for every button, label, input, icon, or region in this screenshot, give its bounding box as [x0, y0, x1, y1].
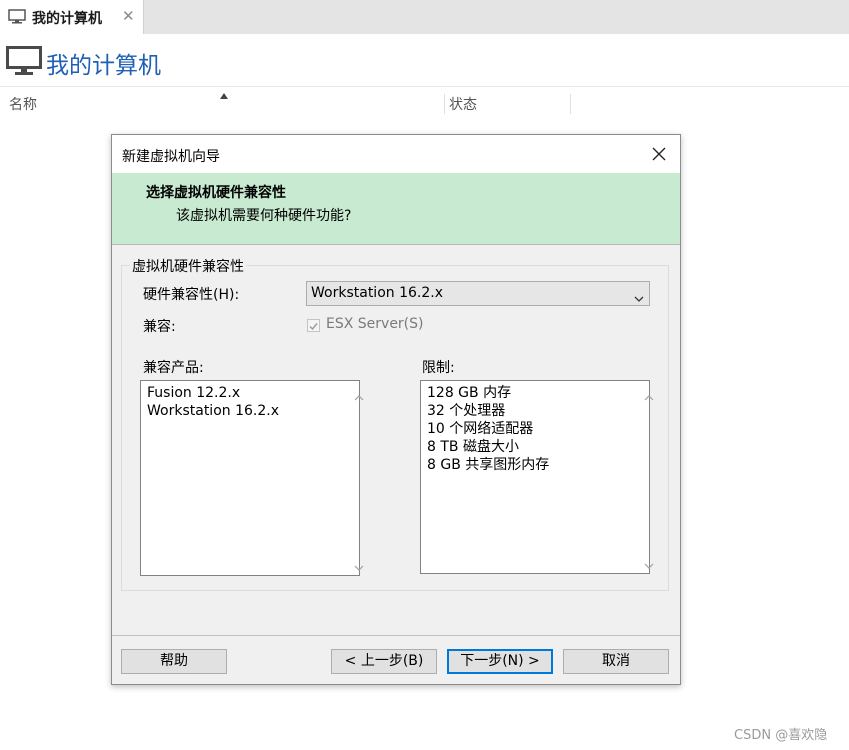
list-item: Workstation 16.2.x — [147, 403, 279, 419]
page-header: 我的计算机 — [0, 34, 849, 86]
page-title: 我的计算机 — [46, 53, 161, 79]
limits-list[interactable]: 128 GB 内存 32 个处理器 10 个网络适配器 8 TB 磁盘大小 8 … — [420, 380, 654, 574]
tab-close-icon[interactable]: ✕ — [122, 7, 135, 25]
header-divider — [0, 86, 849, 87]
help-button[interactable]: 帮助 — [121, 649, 227, 674]
wizard-banner: 选择虚拟机硬件兼容性 该虚拟机需要何种硬件功能? — [112, 173, 680, 245]
monitor-icon — [6, 46, 42, 80]
hardware-compat-select[interactable]: Workstation 16.2.x — [306, 281, 650, 306]
column-separator[interactable] — [444, 94, 445, 114]
limits-lines: 128 GB 内存 32 个处理器 10 个网络适配器 8 TB 磁盘大小 8 … — [427, 384, 549, 474]
list-item: 8 GB 共享图形内存 — [427, 457, 550, 473]
compatible-label: 兼容: — [143, 319, 176, 335]
list-item: 128 GB 内存 — [427, 385, 512, 401]
esx-server-checkbox[interactable] — [307, 319, 320, 332]
column-separator[interactable] — [570, 94, 571, 114]
tab-title: 我的计算机 — [32, 11, 102, 27]
column-header-status[interactable]: 状态 — [449, 94, 569, 118]
groupbox-label: 虚拟机硬件兼容性 — [130, 256, 246, 276]
banner-heading: 选择虚拟机硬件兼容性 — [146, 185, 286, 201]
compatible-products-list[interactable]: Fusion 12.2.x Workstation 16.2.x — [140, 380, 364, 576]
back-button[interactable]: < 上一步(B) — [331, 649, 437, 674]
new-vm-wizard-dialog: 新建虚拟机向导 选择虚拟机硬件兼容性 该虚拟机需要何种硬件功能? 虚拟机硬件兼容… — [111, 134, 681, 685]
dialog-titlebar: 新建虚拟机向导 — [112, 135, 680, 173]
button-divider — [112, 635, 680, 636]
hardware-compat-label: 硬件兼容性(H): — [143, 287, 240, 303]
hardware-compat-value: Workstation 16.2.x — [311, 285, 443, 301]
tab-my-computer[interactable]: 我的计算机 ✕ — [0, 0, 144, 34]
monitor-icon — [8, 9, 26, 28]
watermark: CSDN @喜欢隐 — [734, 728, 828, 743]
esx-server-label: ESX Server(S) — [326, 316, 424, 332]
cancel-button[interactable]: 取消 — [563, 649, 669, 674]
chevron-down-icon — [634, 290, 644, 306]
close-icon[interactable] — [648, 143, 670, 165]
list-item: 32 个处理器 — [427, 403, 506, 419]
banner-subheading: 该虚拟机需要何种硬件功能? — [176, 208, 352, 224]
limits-label: 限制: — [422, 360, 455, 376]
products-lines: Fusion 12.2.x Workstation 16.2.x — [147, 384, 279, 420]
products-label: 兼容产品: — [143, 360, 204, 376]
list-item: Fusion 12.2.x — [147, 385, 241, 401]
column-header-name[interactable]: 名称 — [9, 94, 445, 118]
list-item: 8 TB 磁盘大小 — [427, 439, 519, 455]
tab-strip: 我的计算机 ✕ — [0, 0, 849, 34]
list-item: 10 个网络适配器 — [427, 421, 534, 437]
next-button[interactable]: 下一步(N) > — [447, 649, 553, 674]
dialog-title: 新建虚拟机向导 — [122, 149, 220, 165]
